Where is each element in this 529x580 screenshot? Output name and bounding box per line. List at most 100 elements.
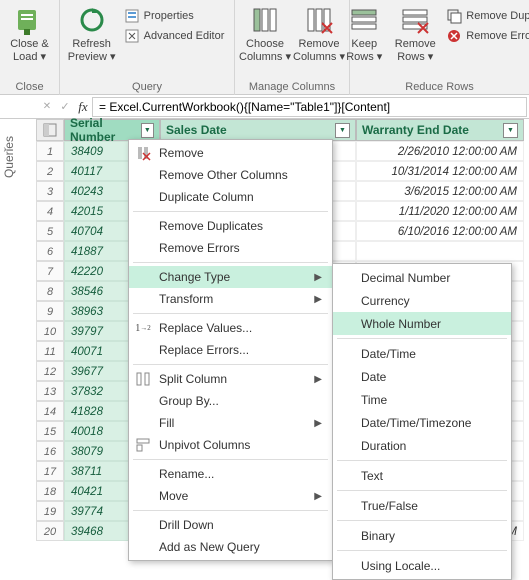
menu-remove-duplicates[interactable]: Remove Duplicates (129, 215, 332, 237)
submenu-true-false[interactable]: True/False (333, 494, 511, 517)
menu-replace-values[interactable]: 1→2Replace Values... (129, 317, 332, 339)
filter-dropdown-icon[interactable]: ▼ (141, 123, 154, 138)
remove-errors-small-button[interactable]: Remove Error (442, 26, 529, 46)
remove-columns-button[interactable]: Remove Columns ▾ (293, 2, 345, 65)
menu-unpivot[interactable]: Unpivot Columns (129, 434, 332, 456)
menu-separator (133, 459, 328, 460)
column-header-serial[interactable]: Serial Number ▼ (64, 119, 160, 141)
remove-errors-icon (446, 28, 462, 44)
submenu-currency[interactable]: Currency (333, 289, 511, 312)
submenu-arrow-icon: ▶ (314, 272, 322, 283)
filter-dropdown-icon[interactable]: ▼ (503, 123, 518, 138)
advanced-editor-button[interactable]: Advanced Editor (120, 26, 229, 46)
remove-rows-label: Remove Rows ▾ (395, 38, 436, 63)
submenu-separator (337, 460, 507, 461)
submenu-separator (337, 338, 507, 339)
cell-warranty[interactable]: 2/26/2010 12:00:00 AM (356, 141, 524, 161)
group-label-close: Close (4, 79, 55, 95)
menu-fill[interactable]: Fill▶ (129, 412, 332, 434)
submenu-datetime[interactable]: Date/Time (333, 342, 511, 365)
remove-dup-icon (446, 8, 462, 24)
column-header-warranty[interactable]: Warranty End Date ▼ (356, 119, 524, 141)
submenu-duration[interactable]: Duration (333, 434, 511, 457)
close-load-button[interactable]: Close & Load ▾ (4, 2, 56, 65)
ribbon: Close & Load ▾ Close Refresh Preview ▾ P… (0, 0, 529, 95)
unpivot-icon (134, 436, 152, 454)
row-number: 14 (36, 401, 64, 421)
row-number-header[interactable] (36, 119, 64, 141)
menu-remove-errors[interactable]: Remove Errors (129, 237, 332, 259)
menu-drill-down[interactable]: Drill Down (129, 514, 332, 536)
cell-warranty[interactable]: 1/11/2020 12:00:00 AM (356, 201, 524, 221)
remove-columns-icon (303, 4, 335, 36)
cell-warranty[interactable] (356, 241, 524, 261)
formula-cancel-button[interactable]: ✕ (38, 101, 56, 112)
change-type-submenu: Decimal Number Currency Whole Number Dat… (332, 263, 512, 580)
row-number: 13 (36, 381, 64, 401)
submenu-arrow-icon: ▶ (314, 294, 322, 305)
menu-duplicate[interactable]: Duplicate Column (129, 186, 332, 208)
formula-input[interactable] (92, 97, 527, 117)
row-number: 12 (36, 361, 64, 381)
advanced-editor-label: Advanced Editor (144, 30, 225, 42)
menu-move[interactable]: Move▶ (129, 485, 332, 507)
formula-accept-button[interactable]: ✓ (56, 100, 74, 113)
menu-separator (133, 364, 328, 365)
menu-rename[interactable]: Rename... (129, 463, 332, 485)
menu-remove[interactable]: Remove (129, 142, 332, 164)
choose-columns-button[interactable]: Choose Columns ▾ (239, 2, 291, 65)
row-number: 15 (36, 421, 64, 441)
menu-replace-errors[interactable]: Replace Errors... (129, 339, 332, 361)
submenu-decimal[interactable]: Decimal Number (333, 266, 511, 289)
submenu-binary[interactable]: Binary (333, 524, 511, 547)
cell-warranty[interactable]: 3/6/2015 12:00:00 AM (356, 181, 524, 201)
submenu-date[interactable]: Date (333, 365, 511, 388)
queries-pane-tab[interactable]: Queries (0, 130, 18, 184)
filter-dropdown-icon[interactable]: ▼ (335, 123, 350, 138)
refresh-preview-button[interactable]: Refresh Preview ▾ (66, 2, 118, 65)
remove-rows-button[interactable]: Remove Rows ▾ (390, 2, 440, 65)
choose-columns-label: Choose Columns ▾ (239, 38, 291, 63)
menu-split-column[interactable]: Split Column▶ (129, 368, 332, 390)
row-number: 20 (36, 521, 64, 541)
row-number: 6 (36, 241, 64, 261)
replace-values-icon: 1→2 (134, 319, 152, 337)
cell-warranty[interactable]: 6/10/2016 12:00:00 AM (356, 221, 524, 241)
submenu-whole-number[interactable]: Whole Number (333, 312, 511, 335)
menu-group-by[interactable]: Group By... (129, 390, 332, 412)
cell-warranty[interactable]: 10/31/2014 12:00:00 AM (356, 161, 524, 181)
submenu-arrow-icon: ▶ (314, 374, 322, 385)
properties-label: Properties (144, 10, 194, 22)
submenu-separator (337, 490, 507, 491)
fx-button[interactable]: fx (74, 99, 92, 115)
column-header-sales[interactable]: Sales Date ▼ (160, 119, 356, 141)
menu-separator (133, 211, 328, 212)
row-number: 1 (36, 141, 64, 161)
menu-remove-other[interactable]: Remove Other Columns (129, 164, 332, 186)
remove-duplicates-small-button[interactable]: Remove Dup (442, 6, 529, 26)
menu-add-new-query[interactable]: Add as New Query (129, 536, 332, 558)
advanced-editor-icon (124, 28, 140, 44)
menu-change-type[interactable]: Change Type▶ (129, 266, 332, 288)
menu-separator (133, 262, 328, 263)
remove-dup-label: Remove Dup (466, 10, 529, 22)
row-number: 5 (36, 221, 64, 241)
submenu-arrow-icon: ▶ (314, 491, 322, 502)
close-load-label: Close & Load ▾ (10, 38, 49, 63)
submenu-separator (337, 550, 507, 551)
submenu-arrow-icon: ▶ (314, 418, 322, 429)
remove-errors-small-label: Remove Error (466, 30, 529, 42)
properties-button[interactable]: Properties (120, 6, 229, 26)
keep-rows-button[interactable]: Keep Rows ▾ (340, 2, 388, 65)
close-load-icon (14, 4, 46, 36)
group-label-reduce-rows: Reduce Rows (354, 79, 525, 95)
row-number: 10 (36, 321, 64, 341)
refresh-preview-label: Refresh Preview ▾ (68, 38, 116, 63)
properties-icon (124, 8, 140, 24)
menu-transform[interactable]: Transform▶ (129, 288, 332, 310)
row-number: 16 (36, 441, 64, 461)
submenu-time[interactable]: Time (333, 388, 511, 411)
submenu-dtz[interactable]: Date/Time/Timezone (333, 411, 511, 434)
submenu-text[interactable]: Text (333, 464, 511, 487)
menu-separator (133, 313, 328, 314)
